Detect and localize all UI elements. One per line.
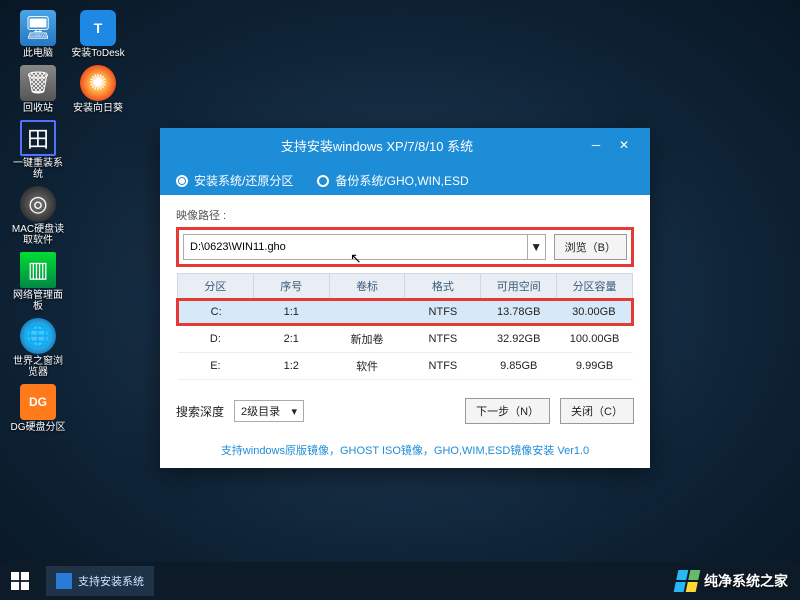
- minimize-button[interactable]: ─: [582, 135, 610, 155]
- app-icon: [56, 573, 72, 589]
- cell-fs: NTFS: [405, 325, 481, 353]
- close-dialog-button[interactable]: 关闭（C）: [560, 398, 634, 424]
- search-depth-label: 搜索深度: [176, 403, 224, 420]
- chevron-down-icon: ▾: [291, 405, 297, 418]
- cell-vol: 软件: [329, 353, 405, 380]
- close-button[interactable]: ✕: [610, 135, 638, 155]
- desktop-icon-network-panel[interactable]: ▥网络管理面板: [10, 252, 66, 312]
- icon-label: 此电脑: [23, 48, 53, 59]
- browser-icon: 🌐: [20, 318, 56, 354]
- th-index[interactable]: 序号: [253, 274, 329, 300]
- partition-table: 分区 序号 卷标 格式 可用空间 分区容量 C: 1:1 NTFS 13.78G…: [176, 273, 634, 380]
- windows-logo-icon: [674, 570, 701, 592]
- desktop-icon-recycle-bin[interactable]: 🗑 回收站: [10, 65, 66, 114]
- path-label: 映像路径 :: [176, 207, 634, 223]
- desktop-icon-reinstall[interactable]: 田一键重装系统: [10, 120, 66, 180]
- cell-vol: [329, 300, 405, 325]
- windows-icon: [11, 572, 29, 590]
- desktop-icon-mac-disk[interactable]: ◎MAC硬盘读取软件: [10, 186, 66, 246]
- desktop-icon-dg-partition[interactable]: DG DG硬盘分区: [10, 384, 66, 433]
- mode-radios: 安装系统/还原分区 备份系统/GHO,WIN,ESD: [160, 162, 650, 195]
- table-row[interactable]: E: 1:2 软件 NTFS 9.85GB 9.99GB: [178, 353, 633, 380]
- desktop-icon-browser[interactable]: 🌐世界之窗浏览器: [10, 318, 66, 378]
- browse-button[interactable]: 浏览（B）: [554, 234, 627, 260]
- radio-dot-icon: [317, 175, 329, 187]
- todesk-icon: T: [80, 10, 116, 46]
- icon-label: DG硬盘分区: [11, 422, 66, 433]
- radio-label: 安装系统/还原分区: [194, 172, 293, 189]
- radio-install[interactable]: 安装系统/还原分区: [176, 172, 293, 189]
- desktop-icon-this-pc[interactable]: 🖥 此电脑: [10, 10, 66, 59]
- icon-label: 网络管理面板: [10, 290, 66, 312]
- trash-icon: 🗑: [20, 65, 56, 101]
- icon-label: 安装向日葵: [73, 103, 123, 114]
- table-row[interactable]: D: 2:1 新加卷 NTFS 32.92GB 100.00GB: [178, 325, 633, 353]
- cell-cap: 9.99GB: [557, 353, 633, 380]
- radio-dot-icon: [176, 175, 188, 187]
- pc-icon: 🖥: [20, 10, 56, 46]
- cell-free: 13.78GB: [481, 300, 557, 325]
- cell-fs: NTFS: [405, 353, 481, 380]
- cell-free: 9.85GB: [481, 353, 557, 380]
- icon-label: MAC硬盘读取软件: [10, 224, 66, 246]
- task-label: 支持安装系统: [78, 573, 144, 589]
- taskbar-task-installer[interactable]: 支持安装系统: [46, 566, 154, 596]
- th-partition[interactable]: 分区: [178, 274, 254, 300]
- cell-idx: 2:1: [253, 325, 329, 353]
- titlebar[interactable]: 支持安装windows XP/7/8/10 系统 ─ ✕: [160, 128, 650, 162]
- table-row[interactable]: C: 1:1 NTFS 13.78GB 30.00GB: [178, 300, 633, 325]
- cell-idx: 1:2: [253, 353, 329, 380]
- dg-icon: DG: [20, 384, 56, 420]
- radio-label: 备份系统/GHO,WIN,ESD: [335, 172, 468, 189]
- footer-note: 支持windows原版镜像，GHOST ISO镜像，GHO,WIM,ESD镜像安…: [160, 436, 650, 468]
- th-free[interactable]: 可用空间: [481, 274, 557, 300]
- image-path-row: ▼ 浏览（B）: [176, 227, 634, 267]
- cell-cap: 100.00GB: [557, 325, 633, 353]
- installer-window: 支持安装windows XP/7/8/10 系统 ─ ✕ 安装系统/还原分区 备…: [160, 128, 650, 468]
- cell-part: C:: [178, 300, 254, 325]
- cell-fs: NTFS: [405, 300, 481, 325]
- th-volume[interactable]: 卷标: [329, 274, 405, 300]
- cell-idx: 1:1: [253, 300, 329, 325]
- icon-label: 世界之窗浏览器: [10, 356, 66, 378]
- cell-part: E:: [178, 353, 254, 380]
- desktop-icon-todesk[interactable]: T 安装ToDesk: [70, 10, 126, 59]
- sunflower-icon: ✺: [80, 65, 116, 101]
- th-capacity[interactable]: 分区容量: [557, 274, 633, 300]
- cell-vol: 新加卷: [329, 325, 405, 353]
- icon-label: 安装ToDesk: [71, 48, 124, 59]
- path-dropdown-button[interactable]: ▼: [528, 234, 546, 260]
- next-button[interactable]: 下一步（N）: [465, 398, 550, 424]
- radio-backup[interactable]: 备份系统/GHO,WIN,ESD: [317, 172, 468, 189]
- watermark: 纯净系统之家: [676, 570, 788, 592]
- icon-label: 一键重装系统: [10, 158, 66, 180]
- desktop-icon-sunflower[interactable]: ✺ 安装向日葵: [70, 65, 126, 114]
- cell-cap: 30.00GB: [557, 300, 633, 325]
- start-button[interactable]: [0, 562, 40, 600]
- cell-free: 32.92GB: [481, 325, 557, 353]
- network-icon: ▥: [20, 252, 56, 288]
- image-path-input[interactable]: [183, 234, 528, 260]
- th-fs[interactable]: 格式: [405, 274, 481, 300]
- watermark-text: 纯净系统之家: [704, 571, 788, 591]
- icon-label: 回收站: [23, 103, 53, 114]
- window-title: 支持安装windows XP/7/8/10 系统: [172, 136, 582, 155]
- grid-icon: 田: [20, 120, 56, 156]
- disk-icon: ◎: [20, 186, 56, 222]
- cell-part: D:: [178, 325, 254, 353]
- search-depth-dropdown[interactable]: 2级目录▾: [234, 400, 304, 422]
